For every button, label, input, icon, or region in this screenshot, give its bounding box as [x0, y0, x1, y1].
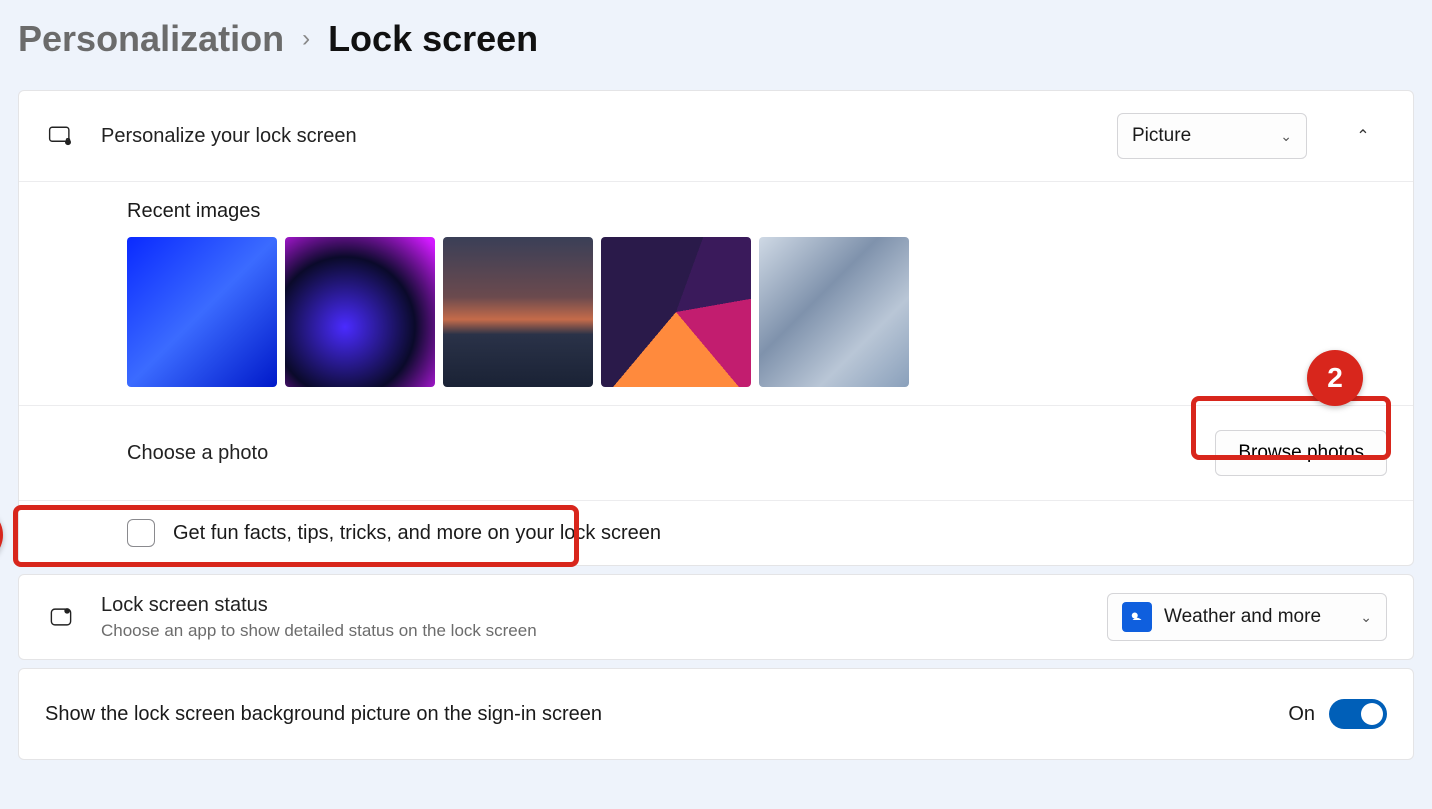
choose-photo-row: Choose a photo Browse photos 2: [19, 405, 1413, 500]
fun-facts-row: Get fun facts, tips, tricks, and more on…: [19, 500, 1413, 565]
status-app-dropdown[interactable]: Weather and more ⌄: [1107, 593, 1387, 641]
breadcrumb-parent[interactable]: Personalization: [18, 18, 284, 60]
signin-background-panel: Show the lock screen background picture …: [18, 668, 1414, 760]
weather-app-icon: [1122, 602, 1152, 632]
breadcrumb: Personalization › Lock screen: [18, 18, 1414, 60]
choose-photo-label: Choose a photo: [127, 442, 1215, 465]
recent-image-thumbnail[interactable]: [127, 237, 277, 387]
recent-images-section: Recent images: [19, 181, 1413, 405]
status-subtitle: Choose an app to show detailed status on…: [101, 621, 1083, 641]
recent-images-title: Recent images: [127, 200, 1387, 223]
status-row[interactable]: Lock screen status Choose an app to show…: [19, 575, 1413, 659]
tutorial-step-badge: 1: [0, 507, 3, 563]
lock-screen-icon: [45, 122, 77, 150]
signin-background-toggle[interactable]: [1329, 699, 1387, 729]
chevron-down-icon: ⌄: [1360, 609, 1372, 626]
status-app-icon: [45, 603, 77, 631]
recent-image-thumbnail[interactable]: [285, 237, 435, 387]
breadcrumb-current: Lock screen: [328, 18, 538, 60]
personalize-label: Personalize your lock screen: [101, 125, 1093, 148]
recent-image-thumbnail[interactable]: [443, 237, 593, 387]
recent-images-list: [127, 237, 1387, 387]
chevron-up-icon: ⌃: [1356, 126, 1369, 146]
collapse-toggle[interactable]: ⌃: [1339, 113, 1387, 159]
recent-image-thumbnail[interactable]: [759, 237, 909, 387]
chevron-right-icon: ›: [302, 25, 310, 53]
status-selected-value: Weather and more: [1164, 606, 1348, 628]
recent-image-thumbnail[interactable]: [601, 237, 751, 387]
browse-photos-button[interactable]: Browse photos: [1215, 430, 1387, 476]
background-type-dropdown[interactable]: Picture ⌄: [1117, 113, 1307, 159]
toggle-state-label: On: [1288, 703, 1315, 726]
status-title: Lock screen status: [101, 594, 1083, 617]
personalize-panel: Personalize your lock screen Picture ⌄ ⌃…: [18, 90, 1414, 566]
signin-row: Show the lock screen background picture …: [19, 669, 1413, 759]
signin-label: Show the lock screen background picture …: [45, 703, 602, 726]
dropdown-value: Picture: [1132, 125, 1191, 147]
personalize-header-row[interactable]: Personalize your lock screen Picture ⌄ ⌃: [19, 91, 1413, 181]
chevron-down-icon: ⌄: [1280, 128, 1292, 145]
lock-screen-status-panel: Lock screen status Choose an app to show…: [18, 574, 1414, 660]
fun-facts-checkbox[interactable]: [127, 519, 155, 547]
fun-facts-label: Get fun facts, tips, tricks, and more on…: [173, 522, 661, 545]
